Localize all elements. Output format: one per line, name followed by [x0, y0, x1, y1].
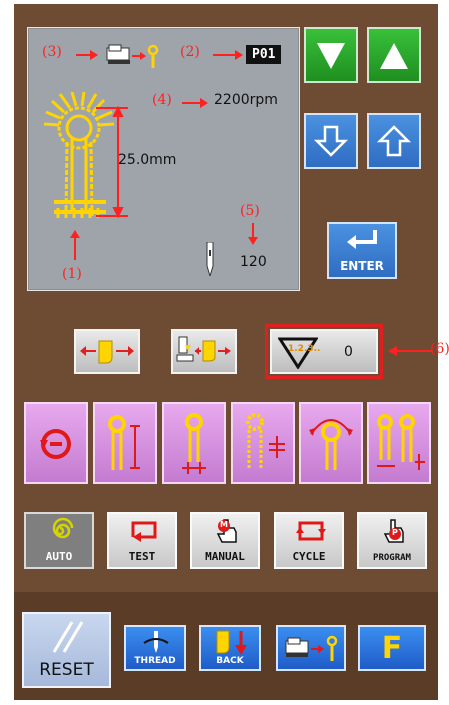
counter-button[interactable]: 1.2.3.. 0: [270, 329, 378, 374]
pattern-shift-button[interactable]: [74, 329, 140, 374]
manual-icon-letter: M: [220, 520, 228, 529]
arrow-up-icon: [70, 230, 80, 260]
arrow-right-icon: [76, 50, 98, 60]
manual-mode-button[interactable]: M MANUAL: [190, 512, 260, 569]
width-param-button[interactable]: [162, 402, 226, 484]
cycle-arrows-icon: [296, 521, 326, 541]
enter-label: ENTER: [340, 259, 384, 273]
test-loop-icon: [131, 521, 157, 542]
scroll-down-button[interactable]: [304, 113, 358, 169]
eyelet-param-button[interactable]: [299, 402, 363, 484]
reset-origin-button[interactable]: [24, 402, 88, 484]
buttonhole-width-icon: [182, 413, 206, 474]
program-label: PROGRAM: [373, 553, 411, 563]
program-number: P01: [246, 45, 282, 64]
eyelet-radius-icon: [309, 419, 353, 470]
hollow-arrow-down-icon: [313, 125, 349, 157]
hollow-arrow-up-icon: [376, 125, 412, 157]
reset-button[interactable]: RESET: [22, 612, 111, 688]
callout-5: (5): [240, 203, 260, 219]
needle-threading-icon: [143, 631, 169, 653]
speed-value: 2200rpm: [214, 92, 278, 108]
length-param-button[interactable]: [93, 402, 157, 484]
length-value: 25.0mm: [118, 152, 177, 168]
needle-count-value: 120: [240, 254, 267, 270]
callout-4: (4): [152, 92, 172, 108]
arrow-down-icon: [248, 223, 258, 245]
triangle-up-icon: [380, 43, 408, 69]
buttonhole-shape-icon: [43, 92, 128, 219]
counter-value: 0: [344, 344, 353, 360]
thread-button[interactable]: THREAD: [124, 625, 186, 671]
back-button[interactable]: BACK: [199, 625, 261, 671]
clamp-feed-button[interactable]: [171, 329, 237, 374]
callout-6: (6): [430, 341, 449, 357]
triangle-down-icon: [317, 43, 345, 69]
scroll-up-button[interactable]: [367, 113, 421, 169]
callout-2: (2): [180, 44, 200, 60]
callout-1: (1): [62, 266, 82, 282]
manual-label: MANUAL: [205, 550, 245, 563]
needle-icon: [206, 242, 214, 276]
origin-return-icon: [40, 429, 71, 459]
f-label: F: [381, 631, 403, 666]
parameter-up-button[interactable]: [367, 27, 421, 83]
parameter-down-button[interactable]: [304, 27, 358, 83]
test-label: TEST: [128, 550, 156, 563]
back-down-icon: [216, 630, 247, 655]
machine-to-buttonhole-icon: [285, 635, 338, 661]
program-icon-letter: P: [392, 528, 398, 537]
machine-return-button[interactable]: [276, 625, 346, 671]
clamp-feed-icon: [176, 336, 231, 362]
display-screen: (3) (2) P01 (4) 2200rpm 25.0mm (1) (5) 1…: [27, 27, 300, 291]
enter-arrow-icon: [347, 230, 377, 249]
cycle-label: CYCLE: [292, 550, 326, 563]
arrow-right-icon: [182, 98, 208, 108]
test-mode-button[interactable]: TEST: [107, 512, 177, 569]
auto-mode-button[interactable]: AUTO: [24, 512, 94, 569]
counter-icon-text: 1.2.3..: [288, 344, 321, 354]
machine-to-buttonhole-icon: [106, 44, 159, 68]
thread-label: THREAD: [134, 656, 176, 666]
cycle-mode-button[interactable]: CYCLE: [274, 512, 344, 569]
bartack-param-button[interactable]: [367, 402, 431, 484]
shift-left-right-icon: [80, 340, 134, 364]
function-button[interactable]: F: [358, 625, 426, 671]
density-param-button[interactable]: [231, 402, 295, 484]
stitch-density-icon: [246, 413, 285, 468]
auto-label: AUTO: [45, 550, 73, 563]
callout-3: (3): [42, 44, 62, 60]
spiral-icon: [52, 517, 74, 539]
reset-slash-icon: [52, 621, 84, 653]
enter-button[interactable]: ENTER: [327, 222, 397, 279]
bartack-icon: [377, 414, 425, 470]
back-label: BACK: [216, 656, 244, 666]
arrow-left-icon: [388, 346, 432, 356]
buttonhole-length-icon: [108, 415, 140, 470]
program-mode-button[interactable]: P PROGRAM: [357, 512, 427, 569]
reset-label: RESET: [39, 660, 94, 680]
arrow-right-icon: [213, 50, 243, 60]
